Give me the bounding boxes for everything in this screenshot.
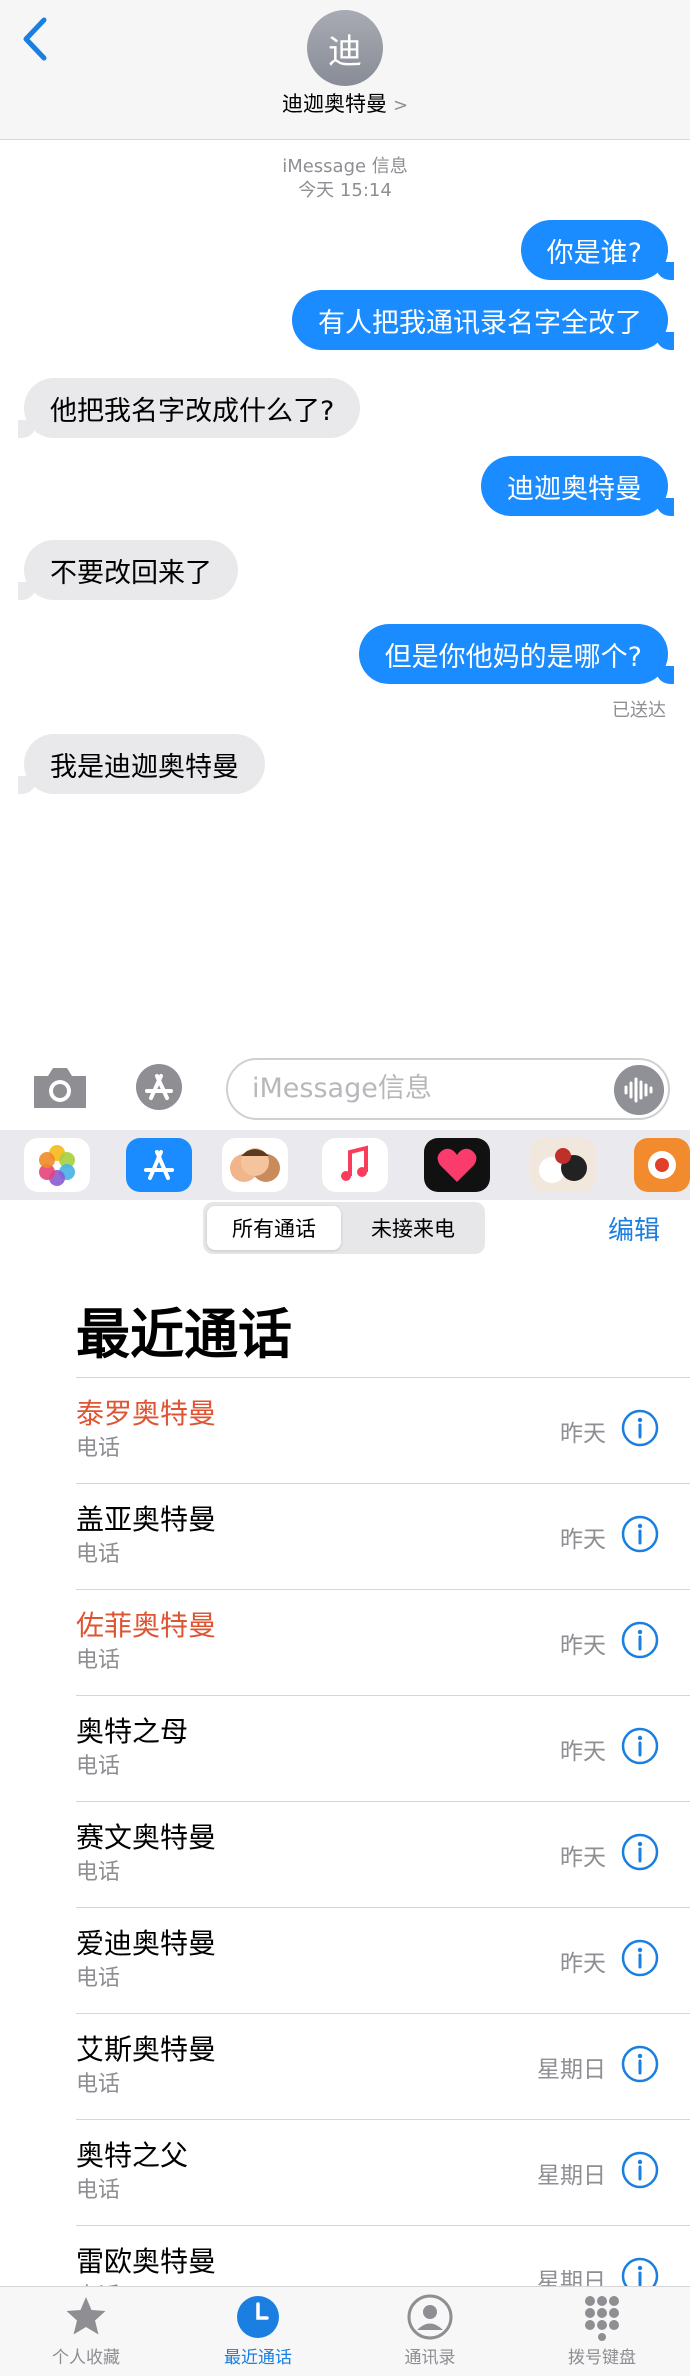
app-store-icon[interactable] — [126, 1062, 192, 1112]
caller-name: 雷欧奥特曼 — [76, 2245, 217, 2278]
call-row[interactable]: 泰罗奥特曼电话 昨天 — [76, 1378, 690, 1484]
tab-label: 通讯录 — [404, 2348, 456, 2368]
call-date: 星期日 — [537, 2057, 606, 2083]
audio-waveform-icon[interactable] — [614, 1065, 664, 1115]
call-date: 昨天 — [560, 1633, 606, 1659]
caller-name: 艾斯奥特曼 — [76, 2033, 217, 2066]
call-type: 电话 — [76, 1542, 121, 1567]
info-icon[interactable] — [620, 1832, 660, 1872]
caller-name: 佐菲奥特曼 — [76, 1609, 217, 1642]
imessage-app-drawer — [0, 1130, 690, 1200]
call-date: 昨天 — [560, 1739, 606, 1765]
message-input-placeholder: iMessage信息 — [252, 1073, 432, 1104]
message-input-bar: iMessage信息 — [0, 1050, 690, 1130]
call-row[interactable]: 赛文奥特曼电话 昨天 — [76, 1802, 690, 1908]
tab-label: 拨号键盘 — [568, 2348, 636, 2368]
keypad-icon — [585, 2296, 619, 2341]
caller-name: 奥特之母 — [76, 1715, 189, 1748]
tab-keypad[interactable]: 拨号键盘 — [542, 2293, 662, 2368]
game-icon[interactable] — [634, 1138, 690, 1192]
call-type: 电话 — [76, 1754, 121, 1779]
delivered-status: 已送达 — [612, 700, 666, 721]
call-date: 昨天 — [560, 1527, 606, 1553]
tab-label: 最近通话 — [224, 2348, 292, 2368]
call-type: 电话 — [76, 1860, 121, 1885]
call-row[interactable]: 奥特之母电话 昨天 — [76, 1696, 690, 1802]
info-icon[interactable] — [620, 1726, 660, 1766]
call-row[interactable]: 艾斯奥特曼电话 星期日 — [76, 2014, 690, 2120]
memoji-icon[interactable] — [222, 1138, 288, 1192]
music-icon[interactable] — [322, 1138, 388, 1192]
contact-name: 迪迦奥特曼 — [281, 92, 387, 116]
message-bubble-incoming[interactable]: 不要改回来了 — [18, 540, 238, 600]
contact-icon — [407, 2294, 453, 2340]
info-icon[interactable] — [620, 1408, 660, 1448]
caller-name: 奥特之父 — [76, 2139, 189, 2172]
segment-missed-calls[interactable]: 未接来电 — [345, 1206, 481, 1250]
call-row[interactable]: 佐菲奥特曼电话 昨天 — [76, 1590, 690, 1696]
digital-touch-icon[interactable] — [424, 1138, 490, 1192]
call-type: 电话 — [76, 2178, 121, 2203]
tab-recents[interactable]: 最近通话 — [198, 2293, 318, 2368]
call-date: 星期日 — [537, 2163, 606, 2189]
caller-name: 盖亚奥特曼 — [76, 1503, 217, 1536]
info-icon[interactable] — [620, 1620, 660, 1660]
caller-name: 赛文奥特曼 — [76, 1821, 217, 1854]
app-store-icon[interactable] — [126, 1138, 192, 1192]
call-type: 电话 — [76, 1966, 121, 1991]
call-type: 电话 — [76, 1436, 121, 1461]
tab-bar: 个人收藏 最近通话 通讯录 拨号键盘 — [0, 2286, 690, 2376]
call-date: 昨天 — [560, 1845, 606, 1871]
contact-name-button[interactable]: 迪迦奥特曼 > — [0, 88, 690, 118]
message-bubble-outgoing[interactable]: 你是谁? — [520, 220, 675, 280]
photos-icon[interactable] — [24, 1138, 90, 1192]
call-row[interactable]: 奥特之父电话 星期日 — [76, 2120, 690, 2226]
info-icon[interactable] — [620, 2044, 660, 2084]
message-bubble-incoming[interactable]: 我是迪迦奥特曼 — [18, 734, 265, 794]
message-bubble-outgoing[interactable]: 但是你他妈的是哪个? — [358, 624, 675, 684]
call-date: 昨天 — [560, 1951, 606, 1977]
message-bubble-outgoing[interactable]: 有人把我通讯录名字全改了 — [292, 290, 674, 350]
caller-name: 爱迪奥特曼 — [76, 1927, 217, 1960]
chevron-right-icon: > — [392, 95, 409, 116]
caller-name: 泰罗奥特曼 — [76, 1397, 217, 1430]
message-bubble-outgoing[interactable]: 迪迦奥特曼 — [481, 456, 674, 516]
segment-all-calls[interactable]: 所有通话 — [207, 1206, 341, 1250]
call-row[interactable]: 盖亚奥特曼电话 昨天 — [76, 1484, 690, 1590]
camera-icon[interactable] — [30, 1064, 90, 1110]
info-icon[interactable] — [620, 1938, 660, 1978]
call-type: 电话 — [76, 2072, 121, 2097]
call-type: 电话 — [76, 1648, 121, 1673]
contact-avatar[interactable]: 迪 — [307, 10, 383, 86]
message-timestamp: 今天 15:14 — [298, 180, 392, 201]
info-icon[interactable] — [620, 2150, 660, 2190]
message-input[interactable]: iMessage信息 — [226, 1058, 670, 1120]
service-label: iMessage 信息 — [282, 156, 408, 177]
message-bubble-incoming[interactable]: 他把我名字改成什么了? — [17, 378, 361, 438]
call-filter-segmented-control: 所有通话 未接来电 — [203, 1202, 485, 1254]
tab-label: 个人收藏 — [52, 2348, 120, 2368]
star-icon — [66, 2297, 106, 2335]
edit-button[interactable]: 编辑 — [608, 1210, 660, 1247]
tab-favorites[interactable]: 个人收藏 — [26, 2293, 146, 2368]
clock-icon — [237, 2296, 279, 2338]
back-chevron-icon[interactable] — [16, 14, 56, 64]
info-icon[interactable] — [620, 1514, 660, 1554]
tab-contacts[interactable]: 通讯录 — [370, 2293, 490, 2368]
conversation-header: 迪 迪迦奥特曼 > — [0, 0, 690, 140]
call-date: 昨天 — [560, 1421, 606, 1447]
page-title: 最近通话 — [76, 1303, 292, 1366]
sticker-icon[interactable] — [530, 1138, 596, 1192]
call-row[interactable]: 爱迪奥特曼电话 昨天 — [76, 1908, 690, 2014]
